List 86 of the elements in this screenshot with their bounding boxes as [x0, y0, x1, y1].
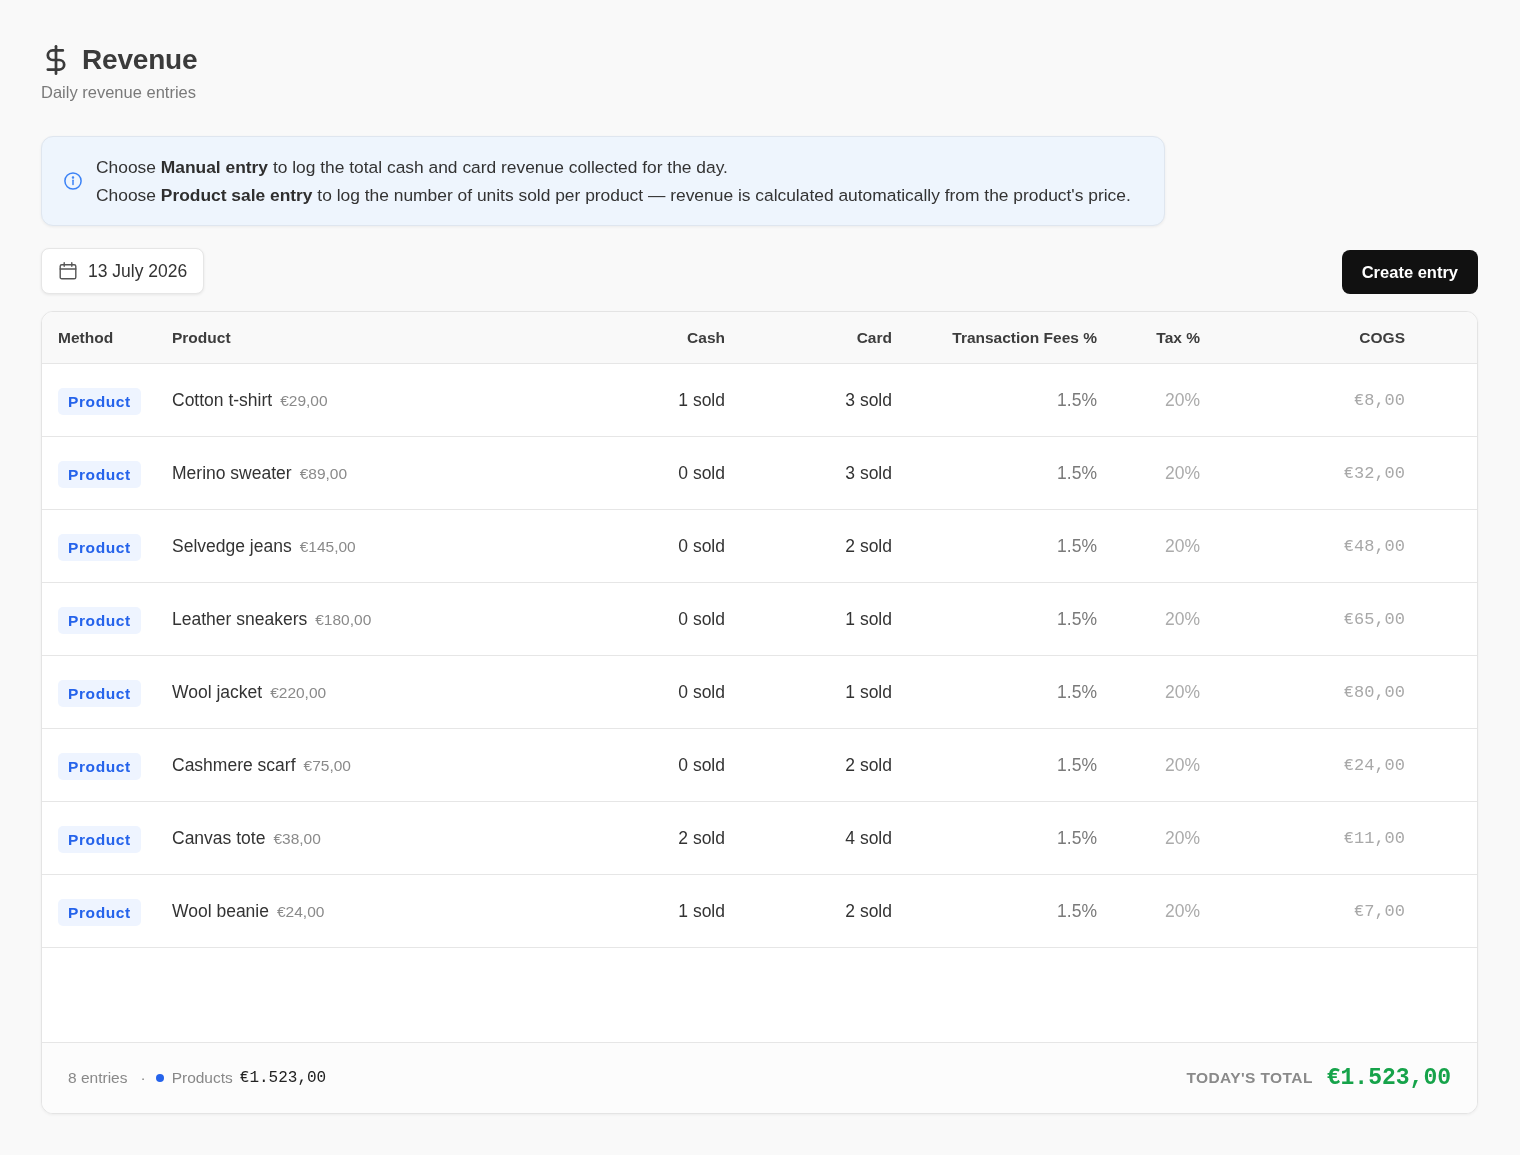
- product-name: Leather sneakers: [172, 608, 308, 630]
- table-cell: 1.5%: [1057, 462, 1097, 484]
- table-cell: 20%: [1164, 535, 1200, 557]
- table-cell: 1.5%: [1057, 681, 1097, 703]
- product-price: €89,00: [299, 464, 348, 483]
- method-tag: Product: [58, 679, 141, 707]
- column-header: Product: [172, 328, 232, 347]
- separator-text: ·: [140, 1069, 146, 1087]
- info-text: Choose Product sale entry to log the number of units sold per product — revenue is calculated automatically from the product's price.: [96, 184, 1131, 207]
- product-name: Wool jacket: [172, 681, 263, 703]
- table-cell: 1.5%: [1057, 827, 1097, 849]
- product-name: Cashmere scarf: [172, 754, 296, 776]
- table-cell: 3 sold: [845, 389, 892, 411]
- table-cell: 2 sold: [845, 754, 892, 776]
- table-cell: 20%: [1164, 462, 1200, 484]
- column-header: Card: [856, 328, 892, 347]
- table-cell: 1 sold: [678, 389, 725, 411]
- table-cell: 20%: [1164, 608, 1200, 630]
- page-subtitle: Daily revenue entries: [41, 82, 197, 103]
- table-cell: 20%: [1164, 827, 1200, 849]
- column-header: Tax %: [1156, 328, 1200, 347]
- product-price: €75,00: [303, 756, 351, 775]
- column-header: Method: [58, 328, 115, 347]
- method-tag: Product: [58, 752, 141, 780]
- table-cell: 20%: [1164, 681, 1200, 703]
- table-cell: 1 sold: [845, 608, 892, 630]
- total-amount: €1.523,00: [1326, 1065, 1451, 1091]
- method-tag: Product: [58, 387, 141, 415]
- method-tag: Product: [58, 898, 141, 926]
- table-cell: 0 sold: [678, 462, 725, 484]
- table-cell: 20%: [1164, 754, 1200, 776]
- table-cell: €32,00: [1343, 463, 1405, 483]
- product-price: €38,00: [273, 829, 321, 848]
- legend-label: Products: [171, 1069, 233, 1087]
- create-entry-button[interactable]: Create entry: [1341, 250, 1478, 294]
- table-cell: €65,00: [1343, 609, 1405, 629]
- table-cell: 20%: [1164, 900, 1200, 922]
- info-text: Choose Manual entry to log the total cash and card revenue collected for the day.: [96, 156, 729, 179]
- product-price: €145,00: [299, 537, 356, 556]
- product-name: Cotton t-shirt: [172, 389, 273, 411]
- product-name: Canvas tote: [172, 827, 266, 849]
- column-header: COGS: [1359, 328, 1405, 347]
- table-cell: 0 sold: [678, 608, 725, 630]
- table-cell: 1 sold: [678, 900, 725, 922]
- table-cell: 0 sold: [678, 681, 725, 703]
- table-cell: €8,00: [1354, 390, 1405, 410]
- date-picker-button[interactable]: 13 July 2026: [41, 248, 205, 294]
- table-cell: 20%: [1164, 389, 1200, 411]
- product-price: €29,00: [280, 391, 328, 410]
- table-cell: €48,00: [1343, 536, 1405, 556]
- product-price: €180,00: [315, 610, 372, 629]
- table-cell: 1.5%: [1057, 389, 1097, 411]
- method-tag: Product: [58, 825, 141, 853]
- column-header: Transaction Fees %: [952, 328, 1097, 347]
- table-cell: €11,00: [1343, 828, 1405, 848]
- product-price: €220,00: [270, 683, 327, 702]
- product-name: Wool beanie: [172, 900, 269, 922]
- table-cell: 4 sold: [845, 827, 892, 849]
- table-cell: 2 sold: [678, 827, 725, 849]
- table-cell: 1.5%: [1057, 535, 1097, 557]
- table-cell: 2 sold: [845, 535, 892, 557]
- table-cell: 2 sold: [845, 900, 892, 922]
- table-cell: 1.5%: [1057, 754, 1097, 776]
- product-name: Selvedge jeans: [172, 535, 292, 557]
- method-tag: Product: [58, 460, 141, 488]
- entries-count: 8 entries: [68, 1069, 128, 1087]
- dollar-icon: [45, 45, 67, 75]
- calendar-icon: [59, 262, 77, 280]
- table-cell: 1.5%: [1057, 608, 1097, 630]
- table-cell: 0 sold: [678, 754, 725, 776]
- info-icon: [64, 172, 82, 190]
- method-tag: Product: [58, 606, 141, 634]
- product-price: €24,00: [276, 902, 325, 921]
- column-header: Cash: [687, 328, 725, 347]
- table-cell: €24,00: [1343, 755, 1405, 775]
- table-cell: 0 sold: [678, 535, 725, 557]
- product-name: Merino sweater: [172, 462, 292, 484]
- table-cell: €80,00: [1343, 682, 1405, 702]
- table-cell: 1 sold: [845, 681, 892, 703]
- legend-amount: €1.523,00: [239, 1069, 327, 1087]
- table-cell: 3 sold: [845, 462, 892, 484]
- method-tag: Product: [58, 533, 141, 561]
- table-cell: 1.5%: [1057, 900, 1097, 922]
- table-cell: €7,00: [1354, 901, 1405, 921]
- page-title: Revenue: [82, 43, 198, 77]
- total-label: TODAY'S TOTAL: [1186, 1069, 1313, 1087]
